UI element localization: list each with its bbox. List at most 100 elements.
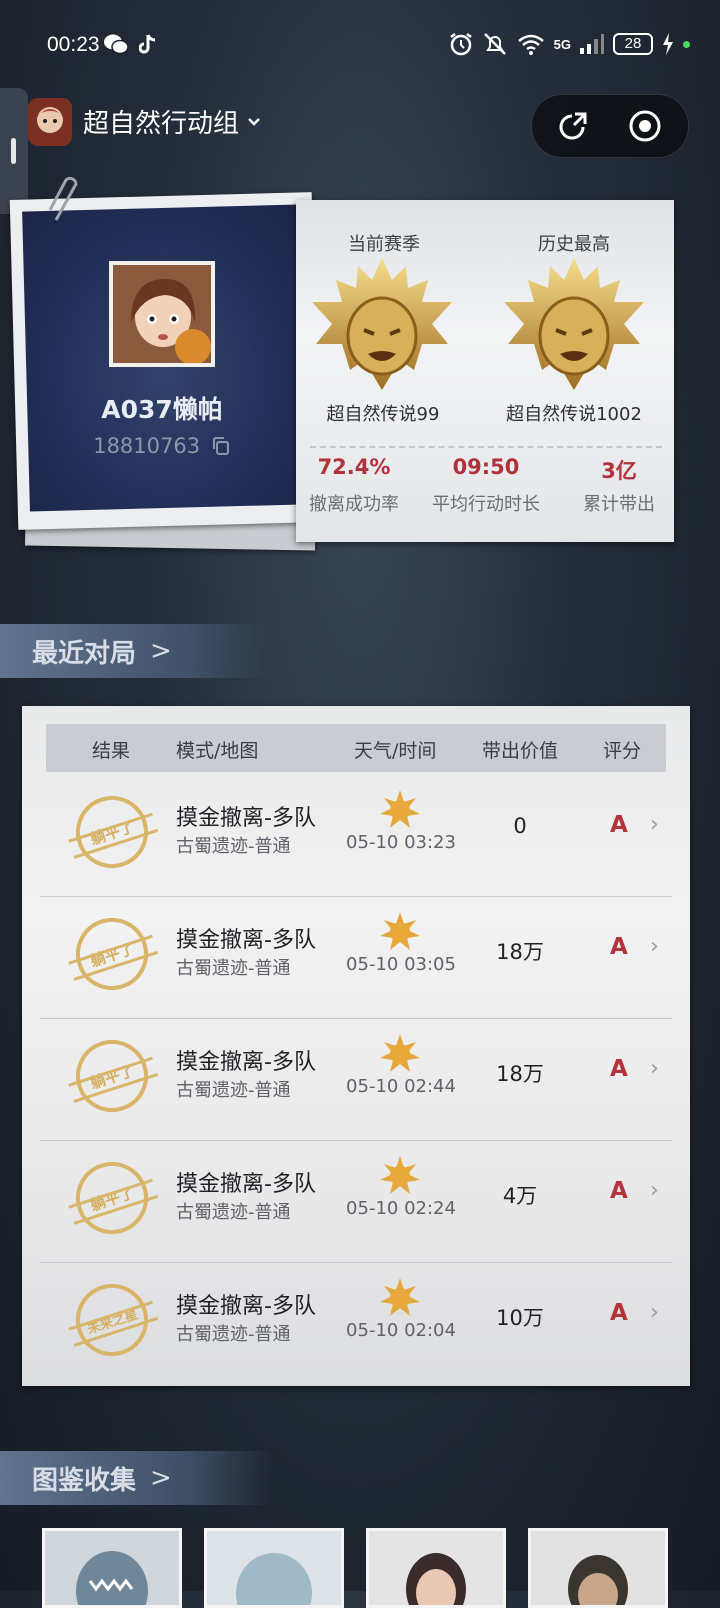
table-row[interactable]: 未来之星 摸金撤离-多队 古蜀遗迹-普通 05-10 02:04 10万 A › (40, 1262, 672, 1384)
match-map: 古蜀遗迹-普通 (176, 958, 291, 979)
table-row[interactable]: 躺平了 摸金撤离-多队 古蜀遗迹-普通 05-10 03:23 0 A › (40, 774, 672, 897)
wechat-icon (104, 34, 129, 55)
match-time: 05-10 03:23 (346, 832, 456, 853)
sunny-icon (380, 790, 420, 828)
team-name: 超自然行动组 (83, 109, 240, 139)
player-id: 18810763 (93, 434, 201, 458)
chevron-right-icon: › (650, 1300, 659, 1325)
match-map: 古蜀遗迹-普通 (176, 836, 291, 857)
stat-value: 3亿 (601, 459, 637, 483)
match-map: 古蜀遗迹-普通 (176, 1202, 291, 1223)
chevron-right-icon: › (650, 1056, 659, 1081)
collection-card[interactable] (528, 1528, 668, 1608)
match-time: 05-10 02:04 (346, 1320, 456, 1341)
match-value: 4万 (502, 1184, 538, 1208)
best-rank-name: 超自然传说1002 (506, 404, 642, 425)
match-value: 18万 (496, 1062, 544, 1086)
col-grade: 评分 (603, 740, 642, 762)
player-id-row[interactable]: 18810763 (60, 434, 264, 458)
match-grade: A (610, 812, 628, 838)
status-icons: 5G 28 (448, 30, 690, 58)
handle-bar (11, 138, 16, 164)
miniprogram-capsule (531, 94, 689, 158)
ghost-character-icon (207, 1531, 341, 1605)
best-rank-label: 历史最高 (538, 234, 610, 255)
match-mode: 摸金撤离-多队 (176, 1294, 316, 1319)
section-title: 图鉴收集 (32, 1465, 137, 1496)
team-avatar[interactable] (28, 98, 72, 146)
sunny-icon (380, 1278, 420, 1316)
match-grade: A (610, 1300, 628, 1326)
collection-header[interactable]: 图鉴收集 > (0, 1451, 272, 1505)
result-stamp: 躺平了 (66, 908, 158, 1000)
collection-card[interactable] (204, 1528, 344, 1608)
stat-value: 09:50 (452, 455, 520, 479)
player-name: A037懒帕 (101, 395, 223, 424)
mute-bell-icon (483, 33, 506, 55)
match-map: 古蜀遗迹-普通 (176, 1324, 291, 1345)
chevron-right-icon: › (650, 1178, 659, 1203)
signal-icon (580, 34, 604, 54)
stat-label: 平均行动时长 (432, 494, 540, 515)
match-time: 05-10 02:44 (346, 1076, 456, 1097)
collection-card[interactable] (42, 1528, 182, 1608)
result-stamp: 未来之星 (66, 1274, 158, 1366)
match-mode: 摸金撤离-多队 (176, 806, 316, 831)
alarm-icon (449, 33, 472, 56)
copy-icon[interactable] (211, 436, 231, 456)
share-icon[interactable] (556, 109, 590, 143)
col-value: 带出价值 (482, 740, 559, 762)
battery-indicator: 28 (613, 33, 653, 55)
col-mode-map: 模式/地图 (176, 740, 259, 762)
charging-icon (663, 33, 673, 55)
section-title: 最近对局 (32, 638, 137, 669)
current-season-label: 当前赛季 (348, 234, 420, 255)
match-mode: 摸金撤离-多队 (176, 928, 316, 953)
record-icon[interactable] (628, 109, 662, 143)
match-grade: A (610, 934, 628, 960)
match-grade: A (610, 1056, 628, 1082)
table-row[interactable]: 躺平了 摸金撤离-多队 古蜀遗迹-普通 05-10 02:44 18万 A › (40, 1018, 672, 1141)
player-avatar[interactable] (109, 261, 215, 367)
chevron-down-icon (248, 117, 260, 126)
collection-card[interactable] (366, 1528, 506, 1608)
stat-label: 撤离成功率 (309, 494, 399, 515)
paperclip-icon (48, 176, 78, 221)
chevron-right-icon: > (150, 1463, 172, 1493)
wifi-icon (517, 34, 544, 55)
sunny-icon (380, 1034, 420, 1072)
chevron-right-icon: › (650, 934, 659, 959)
recent-matches-header[interactable]: 最近对局 > (0, 624, 272, 678)
match-map: 古蜀遗迹-普通 (176, 1080, 291, 1101)
match-grade: A (610, 1178, 628, 1204)
table-row[interactable]: 躺平了 摸金撤离-多队 古蜀遗迹-普通 05-10 03:05 18万 A › (40, 896, 672, 1019)
woman-character-icon (369, 1531, 503, 1605)
shark-character-icon (45, 1531, 179, 1605)
result-stamp: 躺平了 (66, 786, 158, 878)
status-bar: 00:23 5G 28 (0, 0, 720, 90)
current-rank-name: 超自然传说99 (326, 404, 440, 425)
chevron-right-icon: > (150, 636, 172, 666)
match-value: 18万 (496, 940, 544, 964)
man-character-icon (531, 1531, 665, 1605)
sunny-icon (380, 1156, 420, 1194)
stat-value: 72.4% (317, 455, 391, 479)
status-time: 00:23 (47, 33, 100, 56)
result-stamp: 躺平了 (66, 1030, 158, 1122)
match-mode: 摸金撤离-多队 (176, 1050, 316, 1075)
table-row[interactable]: 躺平了 摸金撤离-多队 古蜀遗迹-普通 05-10 02:24 4万 A › (40, 1140, 672, 1263)
match-time: 05-10 03:05 (346, 954, 456, 975)
rank-divider (310, 446, 662, 448)
match-value: 10万 (496, 1306, 544, 1330)
network-type: 5G (553, 36, 571, 52)
lion-rank-badge-best-icon[interactable] (498, 256, 650, 402)
result-stamp: 躺平了 (66, 1152, 158, 1244)
side-drawer-handle[interactable] (0, 88, 28, 214)
chevron-right-icon: › (650, 812, 659, 837)
status-dot (683, 40, 690, 48)
team-switcher[interactable]: 超自然行动组 (83, 103, 263, 140)
tiktok-icon (139, 34, 156, 54)
match-time: 05-10 02:24 (346, 1198, 456, 1219)
lion-rank-badge-icon[interactable] (306, 256, 458, 402)
col-weather-time: 天气/时间 (354, 740, 437, 762)
